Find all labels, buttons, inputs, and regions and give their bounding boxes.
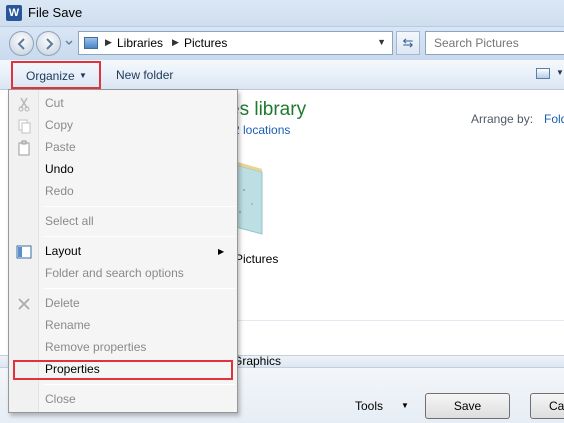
organize-label: Organize bbox=[26, 69, 75, 83]
menu-item-remove-properties[interactable]: Remove properties bbox=[45, 340, 146, 354]
view-dropdown-icon[interactable]: ▼ bbox=[556, 68, 564, 77]
menu-item-cut[interactable]: Cut bbox=[45, 96, 64, 110]
menu-item-undo[interactable]: Undo bbox=[45, 162, 74, 176]
breadcrumb-libraries[interactable]: Libraries bbox=[117, 36, 163, 50]
window-title: File Save bbox=[28, 5, 83, 20]
menu-item-properties[interactable]: Properties bbox=[45, 362, 100, 376]
arrange-by-label: Arrange by: bbox=[471, 112, 534, 126]
change-view-icon[interactable] bbox=[536, 68, 550, 79]
menu-separator bbox=[43, 384, 235, 385]
menu-item-paste[interactable]: Paste bbox=[45, 140, 76, 154]
title-bar: W File Save bbox=[0, 0, 564, 27]
menu-item-copy[interactable]: Copy bbox=[45, 118, 73, 132]
library-icon bbox=[84, 37, 98, 49]
address-dropdown-icon[interactable]: ▼ bbox=[377, 37, 386, 47]
command-toolbar: Organize ▼ New folder ▼ bbox=[0, 60, 564, 90]
layout-icon bbox=[16, 245, 32, 259]
refresh-icon: ⇆ bbox=[402, 35, 414, 50]
new-folder-button[interactable]: New folder bbox=[116, 68, 173, 82]
organize-dropdown-icon: ▼ bbox=[79, 71, 87, 80]
breadcrumb-separator-icon[interactable]: ▶ bbox=[172, 37, 179, 48]
back-button[interactable] bbox=[9, 31, 34, 56]
delete-icon bbox=[18, 298, 30, 310]
submenu-arrow-icon: ▶ bbox=[218, 247, 225, 256]
tools-dropdown-icon[interactable]: ▼ bbox=[401, 401, 409, 410]
refresh-button[interactable]: ⇆ bbox=[396, 31, 420, 55]
menu-item-redo[interactable]: Redo bbox=[45, 184, 74, 198]
library-title: es library bbox=[229, 99, 307, 120]
menu-item-delete[interactable]: Delete bbox=[45, 296, 80, 310]
menu-separator bbox=[43, 288, 235, 289]
forward-arrow-icon bbox=[46, 38, 54, 50]
navigation-bar: ▶ Libraries ▶ Pictures ▼ ⇆ bbox=[0, 27, 564, 60]
cancel-button[interactable]: Ca bbox=[530, 393, 564, 419]
menu-separator bbox=[43, 236, 235, 237]
menu-item-select-all[interactable]: Select all bbox=[45, 214, 94, 228]
menu-item-rename[interactable]: Rename bbox=[45, 318, 90, 332]
back-arrow-icon bbox=[17, 38, 25, 50]
search-box[interactable] bbox=[425, 31, 564, 55]
recent-pages-chevron-icon[interactable] bbox=[64, 38, 74, 48]
menu-item-folder-search-options[interactable]: Folder and search options bbox=[45, 266, 184, 280]
forward-button[interactable] bbox=[36, 31, 61, 56]
search-input[interactable] bbox=[434, 36, 559, 50]
tools-button[interactable]: Tools bbox=[355, 399, 383, 413]
copy-icon bbox=[18, 119, 31, 134]
breadcrumb-separator-icon[interactable]: ▶ bbox=[105, 37, 112, 48]
organize-menu: Cut Copy Paste Undo Redo Select all Layo… bbox=[8, 89, 238, 413]
breadcrumb-pictures[interactable]: Pictures bbox=[184, 36, 227, 50]
menu-item-close[interactable]: Close bbox=[45, 392, 76, 406]
save-button[interactable]: Save bbox=[425, 393, 510, 419]
menu-separator bbox=[43, 206, 235, 207]
arrange-by-dropdown[interactable]: Fold bbox=[544, 112, 564, 126]
word-app-icon: W bbox=[6, 5, 22, 21]
address-bar[interactable]: ▶ Libraries ▶ Pictures ▼ bbox=[78, 31, 393, 55]
folder-label[interactable]: Pictures bbox=[235, 252, 278, 266]
menu-item-layout[interactable]: Layout bbox=[45, 244, 81, 258]
library-locations-link[interactable]: 2 locations bbox=[233, 123, 290, 137]
save-as-type-value[interactable]: Graphics bbox=[233, 354, 281, 368]
organize-button[interactable]: Organize ▼ bbox=[11, 61, 101, 89]
scissors-icon bbox=[18, 97, 30, 112]
paste-icon bbox=[18, 140, 30, 156]
